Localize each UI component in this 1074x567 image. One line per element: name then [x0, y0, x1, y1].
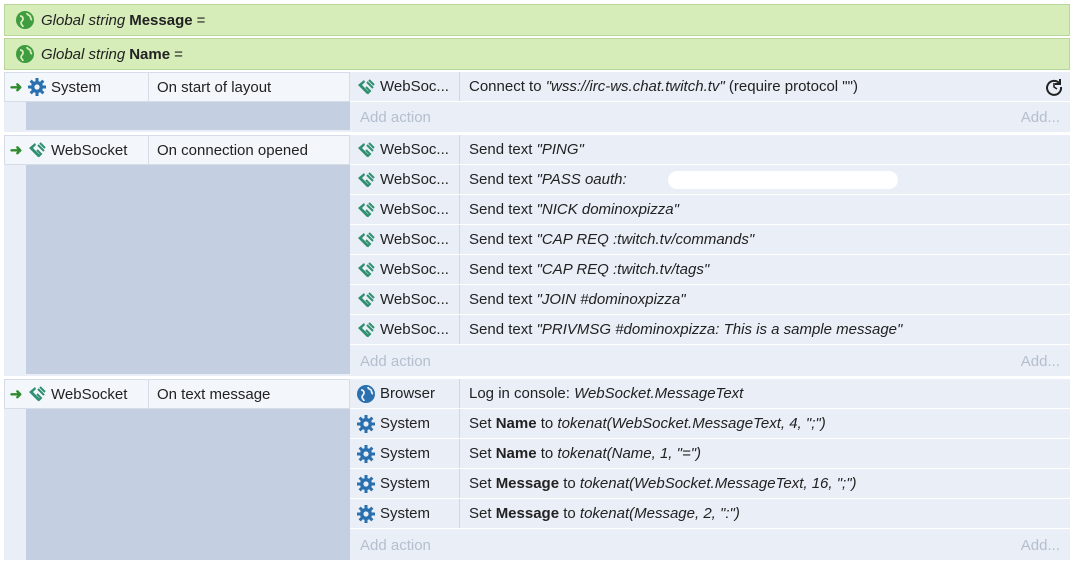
- action-row[interactable]: WebSoc... Send text "CAP REQ :twitch.tv/…: [350, 225, 1070, 255]
- global-name: Name: [129, 45, 171, 63]
- websocket-icon: [358, 261, 375, 277]
- global-keyword: Global string: [41, 45, 126, 63]
- action-row[interactable]: WebSoc... Send text "NICK dominoxpizza": [350, 195, 1070, 225]
- websocket-icon: [29, 386, 46, 402]
- action-object-name: Browser: [380, 385, 436, 402]
- action-text: Set Name to tokenat(WebSocket.MessageTex…: [469, 415, 826, 432]
- action-object-name: System: [380, 445, 431, 462]
- add-action-link[interactable]: Add action: [350, 537, 441, 554]
- websocket-icon: [358, 201, 375, 217]
- global-variable-name[interactable]: Global string Name =: [4, 38, 1070, 70]
- event-block-start-of-layout[interactable]: ➜ System On start of layout WebSoc... Co…: [4, 72, 1070, 132]
- globe-icon: [16, 45, 34, 63]
- websocket-icon: [358, 321, 375, 337]
- websocket-icon: [29, 142, 46, 158]
- redacted-token: [668, 171, 898, 189]
- add-action-link[interactable]: Add action: [350, 109, 441, 126]
- action-text: Set Name to tokenat(Name, 1, "="): [469, 445, 702, 462]
- condition-text: On text message: [157, 385, 271, 403]
- condition-row[interactable]: ➜ WebSocket On text message: [4, 379, 350, 409]
- action-row[interactable]: WebSoc... Send text "JOIN #dominoxpizza": [350, 285, 1070, 315]
- action-text: Send text "JOIN #dominoxpizza": [469, 291, 686, 308]
- action-object-name: WebSoc...: [380, 141, 449, 158]
- globe-icon: [357, 384, 375, 403]
- condition-object-name: WebSocket: [51, 385, 128, 403]
- gear-icon: [357, 444, 375, 463]
- action-object-name: WebSoc...: [380, 201, 449, 218]
- action-text: Send text "PASS oauth:: [469, 171, 627, 188]
- action-row[interactable]: System Set Name to tokenat(Name, 1, "="): [350, 439, 1070, 469]
- action-object-name: System: [380, 475, 431, 492]
- action-text: Send text "PING": [469, 141, 584, 158]
- action-row[interactable]: WebSoc... Connect to "wss://irc-ws.chat.…: [350, 72, 1070, 102]
- action-row[interactable]: WebSoc... Send text "CAP REQ :twitch.tv/…: [350, 255, 1070, 285]
- global-keyword: Global string: [41, 11, 126, 29]
- action-row[interactable]: System Set Message to tokenat(Message, 2…: [350, 499, 1070, 529]
- action-text: Send text "NICK dominoxpizza": [469, 201, 679, 218]
- condition-row[interactable]: ➜ WebSocket On connection opened: [4, 135, 350, 165]
- condition-column: [26, 135, 350, 374]
- condition-object-name: System: [51, 78, 102, 96]
- gear-icon: [357, 504, 375, 523]
- condition-object-name: WebSocket: [51, 141, 128, 159]
- global-name: Message: [129, 11, 193, 29]
- action-object-name: WebSoc...: [380, 171, 449, 188]
- action-row[interactable]: WebSoc... Send text "PING": [350, 135, 1070, 165]
- websocket-icon: [358, 141, 375, 157]
- action-text: Set Message to tokenat(WebSocket.Message…: [469, 475, 857, 492]
- add-action-row[interactable]: Add action Add...: [350, 347, 1070, 375]
- action-object-name: WebSoc...: [380, 261, 449, 278]
- gear-icon: [357, 414, 375, 433]
- action-object-name: System: [380, 415, 431, 432]
- gear-icon: [357, 474, 375, 493]
- condition-row[interactable]: ➜ System On start of layout: [4, 72, 350, 102]
- global-variable-message[interactable]: Global string Message =: [4, 4, 1070, 36]
- action-row[interactable]: WebSoc... Send text "PRIVMSG #dominoxpiz…: [350, 315, 1070, 345]
- gear-icon: [28, 78, 46, 96]
- add-more-link[interactable]: Add...: [1011, 537, 1070, 554]
- event-arrow-icon: ➜: [9, 386, 23, 403]
- action-text: Log in console: WebSocket.MessageText: [469, 385, 744, 402]
- websocket-icon: [358, 291, 375, 307]
- action-text: Set Message to tokenat(Message, 2, ":"): [469, 505, 740, 522]
- global-equals: =: [174, 45, 183, 63]
- websocket-icon: [358, 231, 375, 247]
- add-more-link[interactable]: Add...: [1011, 109, 1070, 126]
- restart-icon[interactable]: [1044, 77, 1064, 97]
- websocket-icon: [358, 78, 375, 94]
- add-action-row[interactable]: Add action Add...: [350, 103, 1070, 131]
- action-text: Send text "PRIVMSG #dominoxpizza: This i…: [469, 321, 903, 338]
- event-block-text-message[interactable]: ➜ WebSocket On text message Browser Log …: [4, 379, 1070, 560]
- add-more-link[interactable]: Add...: [1011, 353, 1070, 370]
- action-object-name: WebSoc...: [380, 78, 449, 95]
- event-arrow-icon: ➜: [9, 142, 23, 159]
- action-object-name: System: [380, 505, 431, 522]
- action-text: Send text "CAP REQ :twitch.tv/commands": [469, 231, 755, 248]
- condition-text: On connection opened: [157, 141, 308, 159]
- condition-text: On start of layout: [157, 78, 272, 96]
- add-action-row[interactable]: Add action Add...: [350, 531, 1070, 559]
- action-row[interactable]: WebSoc... Send text "PASS oauth:: [350, 165, 1070, 195]
- action-text: Connect to "wss://irc-ws.chat.twitch.tv"…: [469, 78, 858, 95]
- action-row[interactable]: Browser Log in console: WebSocket.Messag…: [350, 379, 1070, 409]
- globe-icon: [16, 11, 34, 29]
- add-action-link[interactable]: Add action: [350, 353, 441, 370]
- action-text: Send text "CAP REQ :twitch.tv/tags": [469, 261, 710, 278]
- action-object-name: WebSoc...: [380, 321, 449, 338]
- websocket-icon: [358, 171, 375, 187]
- action-object-name: WebSoc...: [380, 231, 449, 248]
- action-object-name: WebSoc...: [380, 291, 449, 308]
- event-block-connection-opened[interactable]: ➜ WebSocket On connection opened WebSoc.…: [4, 135, 1070, 376]
- global-equals: =: [196, 11, 206, 29]
- action-row[interactable]: System Set Name to tokenat(WebSocket.Mes…: [350, 409, 1070, 439]
- event-arrow-icon: ➜: [9, 79, 23, 96]
- action-row[interactable]: System Set Message to tokenat(WebSocket.…: [350, 469, 1070, 499]
